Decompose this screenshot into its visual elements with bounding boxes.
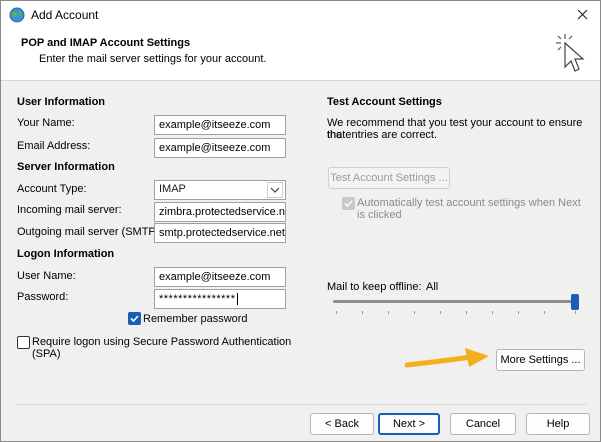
next-button[interactable]: Next > bbox=[378, 413, 440, 435]
close-button[interactable] bbox=[564, 1, 600, 29]
incoming-server-label: Incoming mail server: bbox=[17, 204, 122, 216]
header-title: POP and IMAP Account Settings bbox=[21, 37, 191, 49]
slider-tick bbox=[518, 311, 519, 314]
auto-test-label-line1: Automatically test account settings when… bbox=[357, 197, 581, 209]
logon-info-heading: Logon Information bbox=[17, 248, 115, 260]
slider-tick bbox=[388, 311, 389, 314]
footer-divider bbox=[15, 404, 587, 405]
mail-offline-label: Mail to keep offline: bbox=[327, 281, 422, 293]
slider-tick bbox=[492, 311, 493, 314]
spa-label-suffix: (SPA) bbox=[32, 348, 61, 360]
slider-tick bbox=[336, 311, 337, 314]
title-bar: Add Account bbox=[1, 1, 600, 29]
user-name-label: User Name: bbox=[17, 270, 76, 282]
email-address-field[interactable]: example@itseeze.com bbox=[154, 138, 286, 158]
server-info-heading: Server Information bbox=[17, 161, 115, 173]
password-field[interactable]: **************** bbox=[154, 289, 286, 309]
account-type-label: Account Type: bbox=[17, 183, 87, 195]
chevron-down-icon bbox=[267, 182, 283, 198]
outgoing-server-field[interactable]: smtp.protectedservice.net bbox=[154, 223, 286, 243]
offline-slider-thumb[interactable] bbox=[571, 294, 579, 310]
pointer-arrow-icon bbox=[404, 348, 489, 368]
add-account-dialog: Add Account POP and IMAP Account Setting… bbox=[0, 0, 601, 442]
password-label: Password: bbox=[17, 291, 69, 303]
cancel-button[interactable]: Cancel bbox=[450, 413, 516, 435]
outgoing-server-label: Outgoing mail server (SMTP): bbox=[17, 226, 163, 238]
account-type-select[interactable]: IMAP bbox=[154, 180, 286, 200]
checkmark-icon bbox=[130, 315, 139, 323]
email-address-label: Email Address: bbox=[17, 140, 91, 152]
header-subtitle: Enter the mail server settings for your … bbox=[39, 53, 267, 65]
dialog-header: POP and IMAP Account Settings Enter the … bbox=[1, 29, 600, 81]
account-type-value: IMAP bbox=[159, 183, 186, 195]
click-cursor-icon bbox=[556, 34, 585, 72]
slider-tick bbox=[440, 311, 441, 314]
text-caret bbox=[236, 293, 238, 306]
user-info-heading: User Information bbox=[17, 96, 106, 108]
slider-tick bbox=[575, 311, 576, 314]
slider-tick bbox=[544, 311, 545, 314]
help-button[interactable]: Help bbox=[526, 413, 590, 435]
slider-tick bbox=[466, 311, 467, 314]
test-description-line2: the entries are correct. bbox=[327, 129, 438, 141]
slider-tick bbox=[414, 311, 415, 314]
test-settings-heading: Test Account Settings bbox=[327, 96, 442, 108]
test-account-settings-button[interactable]: Test Account Settings ... bbox=[328, 167, 450, 189]
auto-test-checkbox[interactable] bbox=[342, 197, 355, 210]
slider-tick bbox=[362, 311, 363, 314]
remember-password-checkbox[interactable] bbox=[128, 312, 141, 325]
incoming-server-field[interactable]: zimbra.protectedservice.net bbox=[154, 202, 286, 222]
spa-label: Require logon using Secure Password Auth… bbox=[32, 336, 292, 348]
close-icon bbox=[577, 9, 587, 20]
back-button[interactable]: < Back bbox=[310, 413, 374, 435]
checkmark-icon bbox=[344, 200, 353, 208]
password-mask: **************** bbox=[159, 293, 236, 305]
auto-test-label-line2: is clicked bbox=[357, 209, 402, 221]
outlook-globe-icon bbox=[9, 7, 25, 23]
spa-checkbox[interactable] bbox=[17, 336, 30, 349]
remember-password-label: Remember password bbox=[143, 313, 248, 325]
more-settings-button[interactable]: More Settings ... bbox=[496, 349, 585, 371]
user-name-field[interactable]: example@itseeze.com bbox=[154, 267, 286, 287]
window-title: Add Account bbox=[31, 8, 99, 22]
your-name-field[interactable]: example@itseeze.com bbox=[154, 115, 286, 135]
your-name-label: Your Name: bbox=[17, 117, 75, 129]
offline-slider-track[interactable] bbox=[333, 300, 579, 303]
mail-offline-value: All bbox=[426, 281, 439, 293]
